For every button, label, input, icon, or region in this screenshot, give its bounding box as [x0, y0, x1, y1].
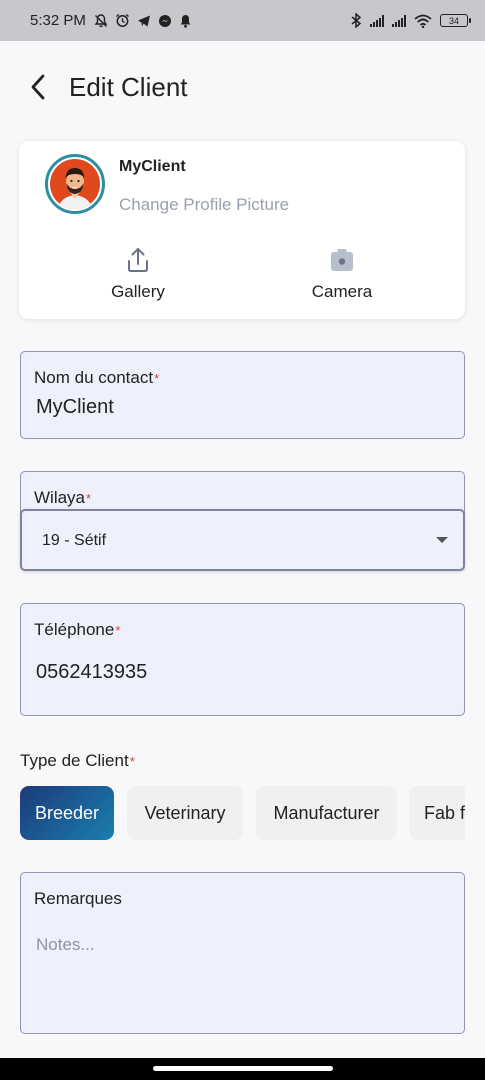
required-marker: * [115, 623, 121, 638]
required-marker: * [86, 491, 92, 506]
navigation-bar [0, 1058, 485, 1080]
remarks-label: Remarques [34, 889, 122, 908]
camera-button[interactable]: Camera [282, 246, 402, 302]
battery-level: 34 [448, 15, 459, 26]
phone-field[interactable]: Téléphone* 0562413935 [20, 603, 465, 716]
wilaya-select[interactable]: 19 - Sétif [20, 509, 465, 571]
telegram-icon [137, 15, 150, 26]
client-type-chips: Breeder Veterinary Manufacturer Fab f [20, 786, 465, 840]
required-marker: * [154, 371, 160, 386]
contact-name-field[interactable]: Nom du contact* MyClient [20, 351, 465, 439]
signal-icon [392, 14, 406, 27]
home-gesture-handle[interactable] [153, 1066, 333, 1071]
bluetooth-icon [351, 13, 362, 28]
gallery-label: Gallery [111, 282, 165, 301]
chip-veterinary[interactable]: Veterinary [127, 786, 243, 840]
client-name: MyClient [119, 158, 186, 175]
client-type-label: Type de Client* [20, 751, 135, 770]
change-profile-picture-link[interactable]: Change Profile Picture [119, 195, 289, 215]
app-header: Edit Client [0, 41, 485, 133]
remarks-field: Remarques [20, 872, 465, 1034]
wilaya-label: Wilaya* [34, 488, 92, 507]
avatar-image [50, 159, 100, 209]
mute-icon [94, 13, 108, 27]
avatar[interactable] [45, 154, 105, 214]
dropdown-arrow-icon [436, 537, 448, 543]
wifi-icon [414, 14, 432, 28]
remarks-input[interactable] [36, 935, 436, 955]
camera-icon [331, 249, 353, 271]
alarm-icon [115, 13, 129, 27]
contact-name-value: MyClient [36, 396, 114, 418]
phone-value: 0562413935 [36, 661, 148, 683]
messenger-icon [158, 14, 171, 27]
camera-label: Camera [311, 282, 373, 301]
back-button[interactable] [26, 72, 50, 102]
wilaya-selected-value: 19 - Sétif [42, 532, 107, 549]
upload-icon [128, 248, 148, 272]
page-title: Edit Client [69, 71, 188, 102]
chip-breeder[interactable]: Breeder [20, 786, 114, 840]
required-marker: * [129, 754, 135, 769]
status-time: 5:32 PM [30, 12, 86, 29]
contact-name-label: Nom du contact* [34, 368, 160, 387]
battery-icon: 34 [440, 14, 471, 27]
gallery-button[interactable]: Gallery [78, 246, 198, 302]
chip-fab[interactable]: Fab f [409, 786, 465, 840]
arrow-left-icon [31, 74, 45, 100]
profile-card: MyClient Change Profile Picture Gallery … [19, 141, 465, 319]
chip-manufacturer[interactable]: Manufacturer [256, 786, 397, 840]
status-bar: 5:32 PM 34 [0, 0, 485, 41]
notification-icon [180, 14, 191, 28]
signal-icon [370, 14, 384, 27]
phone-label: Téléphone* [34, 620, 121, 639]
